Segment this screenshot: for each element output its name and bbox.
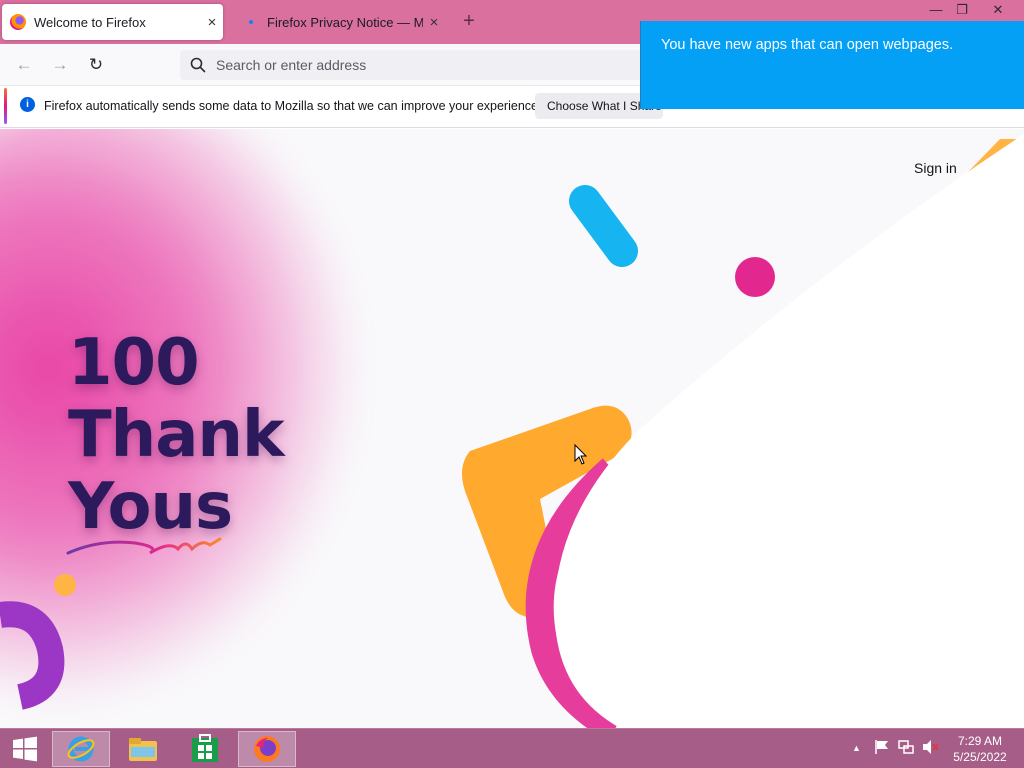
close-tab-icon[interactable]: ×	[423, 14, 445, 31]
firefox-icon	[10, 14, 26, 30]
magenta-dot-shape	[735, 257, 775, 297]
address-input[interactable]	[216, 57, 636, 73]
taskbar: ▲ 7:29 AM 5/25/2022	[0, 728, 1024, 768]
page-content: 100 Thank Yous Sign in	[0, 129, 1024, 728]
notification-message: Firefox automatically sends some data to…	[44, 99, 542, 113]
blue-capsule-shape	[569, 185, 638, 267]
toast-message: You have new apps that can open webpages…	[661, 37, 954, 53]
forward-button[interactable]: →	[46, 53, 74, 77]
purple-hook-shape	[0, 601, 65, 710]
headline: 100 Thank Yous	[68, 326, 285, 544]
headline-line: 100	[68, 326, 200, 400]
file-explorer-icon	[129, 738, 157, 761]
firefox-icon	[254, 736, 280, 762]
new-tab-button[interactable]: +	[458, 11, 480, 33]
tab-privacy-notice[interactable]: Firefox Privacy Notice — Mozilla ×	[235, 4, 445, 40]
start-button[interactable]	[0, 731, 50, 767]
mozilla-dot-icon	[243, 14, 259, 30]
orange-dot-shape	[54, 574, 76, 596]
reload-button[interactable]: ↻	[82, 53, 110, 77]
taskbar-internet-explorer[interactable]	[52, 731, 110, 767]
close-window-button[interactable]: ✕	[983, 0, 1013, 22]
notification-accent	[4, 88, 7, 124]
taskbar-store[interactable]	[176, 731, 234, 767]
sign-in-link[interactable]: Sign in	[914, 160, 957, 176]
internet-explorer-icon	[67, 736, 95, 762]
info-icon: i	[20, 97, 35, 112]
headline-line: Thank	[68, 398, 285, 472]
taskbar-file-explorer[interactable]	[114, 731, 172, 767]
restore-button[interactable]: ❐	[947, 0, 977, 22]
address-bar[interactable]	[180, 50, 680, 80]
show-hidden-icons-button[interactable]: ▲	[852, 743, 861, 753]
search-icon	[190, 57, 206, 73]
taskbar-firefox[interactable]	[238, 731, 296, 767]
browser-window: Welcome to Firefox × Firefox Privacy Not…	[0, 0, 1024, 768]
clock-date: 5/25/2022	[953, 750, 1007, 764]
tab-title: Welcome to Firefox	[34, 14, 146, 30]
clock-time: 7:29 AM	[957, 734, 1003, 748]
store-icon	[192, 734, 218, 762]
network-icon[interactable]	[898, 739, 914, 758]
back-button[interactable]: ←	[10, 53, 38, 77]
close-tab-icon[interactable]: ×	[201, 14, 223, 31]
tab-welcome[interactable]: Welcome to Firefox ×	[2, 4, 223, 40]
action-center-flag-icon[interactable]	[874, 739, 890, 758]
start-icon	[13, 736, 37, 762]
app-notification-toast[interactable]: You have new apps that can open webpages…	[640, 21, 1024, 109]
tab-title: Firefox Privacy Notice — Mozilla	[267, 14, 423, 30]
clock[interactable]: 7:29 AM 5/25/2022	[950, 733, 1010, 765]
volume-muted-icon[interactable]	[922, 739, 940, 758]
headline-line: Yous	[68, 470, 233, 544]
